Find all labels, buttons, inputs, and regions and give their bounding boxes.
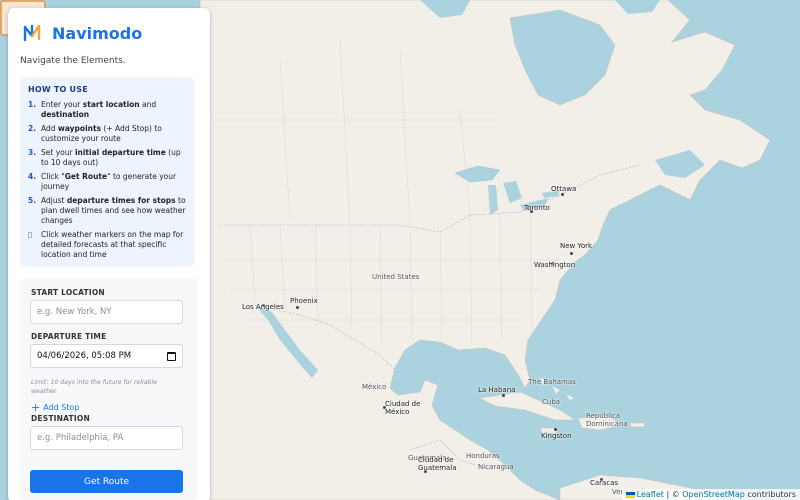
departure-limit-hint: Limit: 10 days into the future for relia… [31,379,158,395]
step-3: 3. Set your initial departure time (up t… [28,148,186,168]
country-dominican-republic: República Dominicana [586,412,628,428]
how-to-use-title: HOW TO USE [28,85,88,94]
attribution-tail: contributors [744,490,796,499]
city-la-habana: La Habana [478,386,516,394]
country-bahamas: The Bahamas [528,378,576,386]
city-mexico-city: Ciudad de México [385,400,421,416]
add-stop-label: Add Stop [43,403,80,412]
step-text: Enter your start location and destinatio… [41,100,157,119]
city-ottawa: Ottawa [551,185,577,193]
osm-link[interactable]: OpenStreetMap [682,490,745,499]
step-number: 1. [28,100,37,109]
weather-tip: ▯ Click weather markers on the map for d… [28,230,186,260]
tip-icon: ▯ [28,230,33,239]
leaflet-link[interactable]: Leaflet [637,490,664,499]
how-to-use-box: HOW TO USE 1. Enter your start location … [20,77,194,267]
city-toronto: Toronto [524,204,550,212]
side-panel: Navimodo Navigate the Elements. HOW TO U… [8,8,210,500]
country-united-states: United States [372,273,420,281]
step-text: Click "Get Route" to generate your journ… [41,172,177,191]
step-number: 3. [28,148,37,157]
leaflet-flag-icon [625,491,635,498]
plus-icon: + [31,400,41,414]
country-cuba: Cuba [542,398,561,406]
step-4: 4. Click "Get Route" to generate your jo… [28,172,186,192]
start-location-input[interactable] [30,300,183,324]
city-washington: Washington [534,261,576,269]
route-form: START LOCATION DEPARTURE TIME 04/06/2026… [20,278,198,500]
departure-time-label: DEPARTURE TIME [31,332,107,341]
city-dot [296,306,299,309]
country-mexico: México [362,383,387,391]
step-number: 5. [28,196,37,205]
country-nicaragua: Nicaragua [478,463,514,471]
departure-time-value: 04/06/2026, 05:08 PM [37,351,132,361]
city-new-york: New York [560,242,593,250]
city-los-angeles: Los Angeles [242,303,284,311]
get-route-button[interactable]: Get Route [30,470,183,493]
city-dot [570,252,573,255]
navimodo-logo-icon [23,24,41,42]
city-ciudad-de-guatemala: Ciudad de Guatemala [418,456,457,472]
step-text: Adjust departure times for stops to plan… [41,196,186,225]
country-honduras: Honduras [466,452,500,460]
step-5: 5. Adjust departure times for stops to p… [28,196,186,226]
city-phoenix: Phoenix [290,297,318,305]
step-text: Add waypoints (+ Add Stop) to customize … [41,124,162,143]
step-text: Set your initial departure time (up to 1… [41,148,181,167]
app-header: Navimodo [22,23,142,43]
add-stop-button[interactable]: + Add Stop [31,400,80,414]
start-location-label: START LOCATION [31,288,105,297]
city-caracas: Caracas [590,479,619,487]
step-number: 4. [28,172,37,181]
app-tagline: Navigate the Elements. [20,56,126,66]
app-title: Navimodo [52,23,143,43]
city-dot [502,394,505,397]
city-kingston: Kingston [541,432,572,440]
step-2: 2. Add waypoints (+ Add Stop) to customi… [28,124,186,144]
destination-input[interactable] [30,426,183,450]
departure-time-input[interactable]: 04/06/2026, 05:08 PM [30,344,183,368]
map-attribution: Leaflet | © OpenStreetMap contributors [621,489,800,500]
step-number: 2. [28,124,37,133]
step-1: 1. Enter your start location and destina… [28,100,186,120]
attribution-separator: | © [663,490,683,499]
city-dot [561,193,564,196]
destination-label: DESTINATION [31,414,90,423]
tip-text: Click weather markers on the map for det… [41,230,184,259]
city-dot [554,428,557,431]
calendar-icon[interactable] [167,351,176,361]
